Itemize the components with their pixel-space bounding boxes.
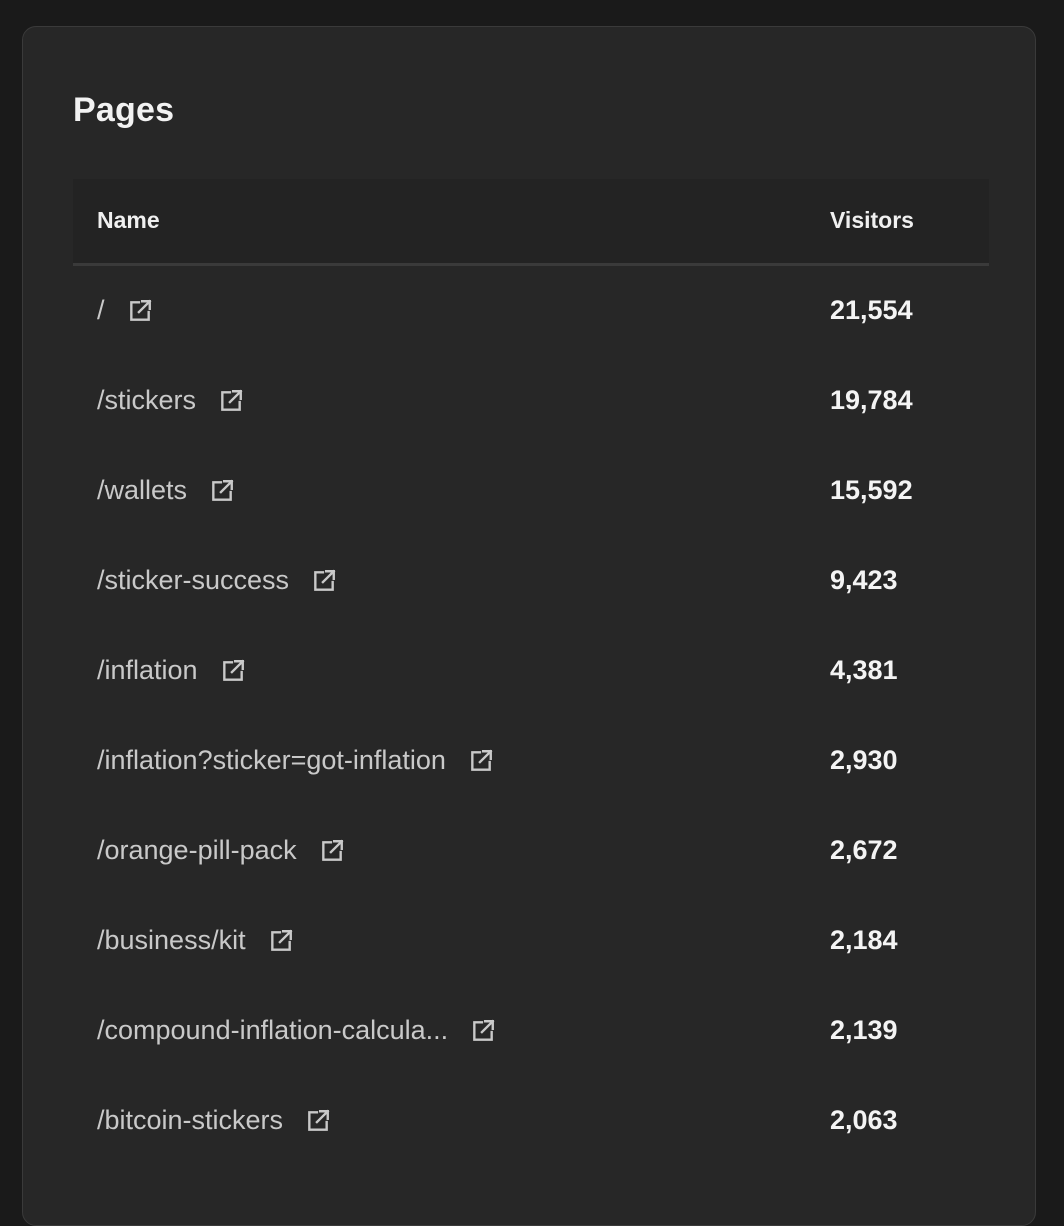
page-path[interactable]: /wallets <box>97 475 187 506</box>
external-link-icon[interactable] <box>268 928 294 954</box>
external-link-icon[interactable] <box>220 658 246 684</box>
external-link-icon[interactable] <box>468 748 494 774</box>
table-row[interactable]: / 21,554 <box>73 266 989 356</box>
external-link-icon[interactable] <box>311 568 337 594</box>
visitor-count: 9,423 <box>830 565 898 595</box>
page-path-cell: / <box>97 295 153 326</box>
page-path[interactable]: /orange-pill-pack <box>97 835 297 866</box>
page-path-cell: /wallets <box>97 475 235 506</box>
page-path[interactable]: /sticker-success <box>97 565 289 596</box>
table-row[interactable]: /stickers 19,784 <box>73 356 989 446</box>
external-link-icon[interactable] <box>127 298 153 324</box>
page-path-cell: /bitcoin-stickers <box>97 1105 331 1136</box>
page-path[interactable]: / <box>97 295 105 326</box>
page-path-cell: /sticker-success <box>97 565 337 596</box>
page-path-cell: /compound-inflation-calcula... <box>97 1015 496 1046</box>
page-path[interactable]: /stickers <box>97 385 196 416</box>
table-row[interactable]: /bitcoin-stickers 2,063 <box>73 1076 989 1166</box>
page-path-cell: /inflation?sticker=got-inflation <box>97 745 494 776</box>
page-path[interactable]: /compound-inflation-calcula... <box>97 1015 448 1046</box>
visitor-count: 2,672 <box>830 835 898 865</box>
table-row[interactable]: /orange-pill-pack 2,672 <box>73 806 989 896</box>
external-link-icon[interactable] <box>470 1018 496 1044</box>
table-body: / 21,554/stickers 19,784/wallets 15,592/sti… <box>73 266 989 1166</box>
page-path-cell: /inflation <box>97 655 246 686</box>
table-header: Name Visitors <box>73 179 989 266</box>
visitor-count: 2,063 <box>830 1105 898 1135</box>
table-row[interactable]: /inflation?sticker=got-inflation 2,930 <box>73 716 989 806</box>
visitor-count: 21,554 <box>830 295 913 325</box>
table-row[interactable]: /business/kit 2,184 <box>73 896 989 986</box>
pages-table: Name Visitors / 21,554/stickers 19,784/wal… <box>73 179 989 1166</box>
page-path[interactable]: /inflation <box>97 655 198 686</box>
page-path[interactable]: /business/kit <box>97 925 246 956</box>
page-path[interactable]: /inflation?sticker=got-inflation <box>97 745 446 776</box>
external-link-icon[interactable] <box>319 838 345 864</box>
visitor-count: 4,381 <box>830 655 898 685</box>
table-row[interactable]: /sticker-success 9,423 <box>73 536 989 626</box>
page-path[interactable]: /bitcoin-stickers <box>97 1105 283 1136</box>
pages-panel: Pages Name Visitors / 21,554/stickers 19,7… <box>22 26 1036 1226</box>
visitor-count: 2,184 <box>830 925 898 955</box>
external-link-icon[interactable] <box>209 478 235 504</box>
visitor-count: 2,139 <box>830 1015 898 1045</box>
column-header-name[interactable]: Name <box>97 207 160 234</box>
panel-title: Pages <box>73 91 175 129</box>
page-path-cell: /business/kit <box>97 925 294 956</box>
external-link-icon[interactable] <box>218 388 244 414</box>
page-path-cell: /stickers <box>97 385 244 416</box>
column-header-visitors[interactable]: Visitors <box>830 207 914 234</box>
page-path-cell: /orange-pill-pack <box>97 835 345 866</box>
table-row[interactable]: /wallets 15,592 <box>73 446 989 536</box>
visitor-count: 19,784 <box>830 385 913 415</box>
visitor-count: 15,592 <box>830 475 913 505</box>
external-link-icon[interactable] <box>305 1108 331 1134</box>
table-row[interactable]: /compound-inflation-calcula... 2,139 <box>73 986 989 1076</box>
visitor-count: 2,930 <box>830 745 898 775</box>
table-row[interactable]: /inflation 4,381 <box>73 626 989 716</box>
